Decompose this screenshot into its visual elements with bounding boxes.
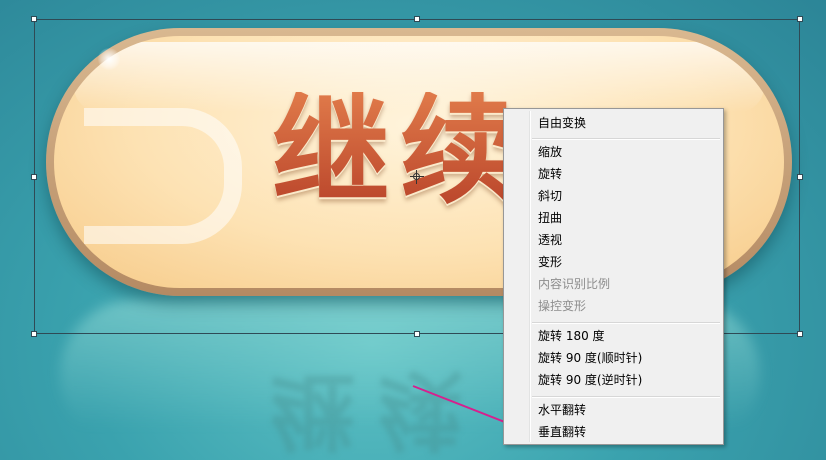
document-canvas[interactable]: 继续 继续 自由变换 缩放 旋转 斜切 扭曲 透视 变形 内容识别比例 操控变形…	[0, 0, 826, 460]
menu-item-rotate-180[interactable]: 旋转 180 度	[538, 325, 605, 347]
menu-item-flip-horizontal[interactable]: 水平翻转	[538, 399, 586, 421]
menu-separator	[532, 138, 720, 140]
menu-item-rotate-90-ccw[interactable]: 旋转 90 度(逆时针)	[538, 369, 642, 391]
menu-item-skew[interactable]: 斜切	[538, 185, 562, 207]
menu-item-rotate[interactable]: 旋转	[538, 163, 562, 185]
menu-item-scale[interactable]: 缩放	[538, 141, 562, 163]
menu-icon-gutter	[529, 111, 531, 442]
menu-item-distort[interactable]: 扭曲	[538, 207, 562, 229]
menu-item-perspective[interactable]: 透视	[538, 229, 562, 251]
menu-separator	[532, 322, 720, 324]
menu-item-rotate-90-cw[interactable]: 旋转 90 度(顺时针)	[538, 347, 642, 369]
transform-context-menu: 自由变换 缩放 旋转 斜切 扭曲 透视 变形 内容识别比例 操控变形 旋转 18…	[503, 108, 724, 445]
menu-separator	[532, 396, 720, 398]
menu-item-puppet-warp: 操控变形	[538, 299, 587, 313]
menu-item-flip-vertical[interactable]: 垂直翻转	[538, 421, 586, 443]
menu-item-free-transform[interactable]: 自由变换	[538, 112, 586, 134]
menu-item-content-aware-scale: 内容识别比例	[538, 277, 611, 291]
menu-item-warp[interactable]: 变形	[538, 251, 562, 273]
